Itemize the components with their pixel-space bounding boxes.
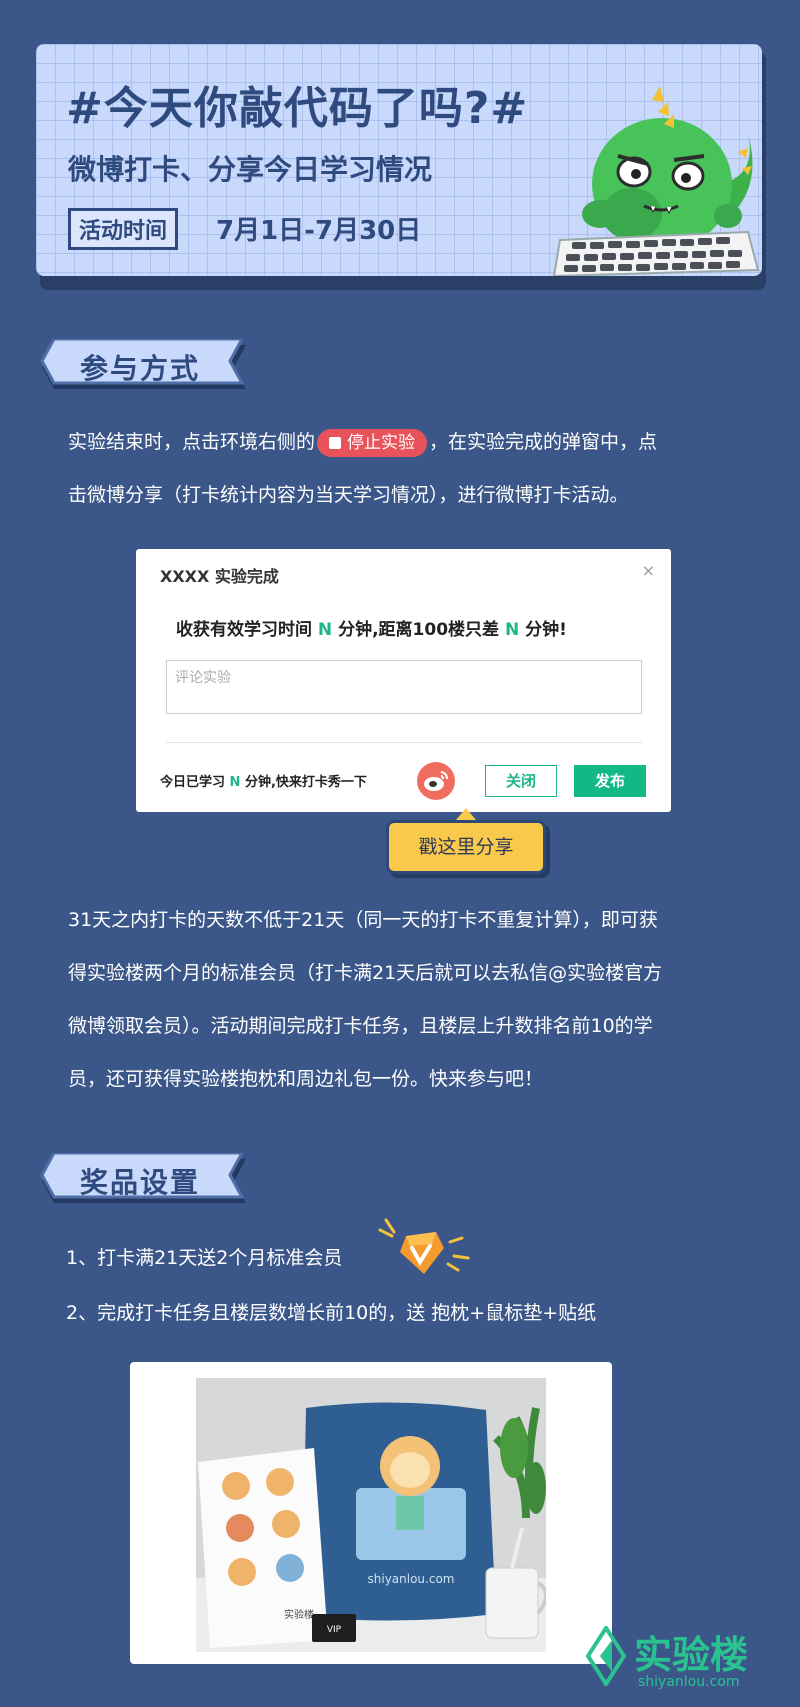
shiyanlou-logo-icon (585, 1626, 627, 1686)
stop-experiment-button[interactable]: 停止实验 (317, 428, 428, 457)
pillow-text: shiyanlou.com (368, 1572, 455, 1586)
vip-diamond-icon (378, 1218, 470, 1274)
close-button[interactable]: 关闭 (485, 765, 557, 797)
close-icon[interactable]: × (642, 561, 655, 580)
foot-text: 分钟,快来打卡秀一下 (240, 775, 367, 790)
msg-text: 分钟,距离100楼只差 (332, 620, 505, 640)
callout-arrow (456, 808, 476, 820)
dialog-title: XXXX 实验完成 (160, 567, 279, 586)
experiment-complete-dialog: XXXX 实验完成 × 收获有效学习时间 N 分钟,距离100楼只差 N 分钟!… (136, 549, 671, 812)
share-here-callout: 戳这里分享 (386, 820, 546, 874)
rules-line: 员，还可获得实验楼抱枕和周边礼包一份。快来参与吧！ (68, 1068, 544, 1090)
banner-subtitle: 微博打卡、分享今日学习情况 (68, 153, 433, 186)
join-line-1: 实验结束时，点击环境右侧的 停止实验 ，在实验完成的弹窗中，点 (68, 416, 738, 469)
activity-date: 7月1日-7月30日 (216, 216, 422, 246)
publish-button[interactable]: 发布 (574, 765, 646, 797)
comment-input[interactable]: 评论实验 (166, 660, 642, 714)
section-title: 参与方式 (80, 352, 201, 385)
weibo-icon (424, 771, 448, 791)
dialog-footer-text: 今日已学习 N 分钟,快来打卡秀一下 (160, 771, 367, 790)
msg-text: 收获有效学习时间 (176, 620, 318, 640)
rules-line: 得实验楼两个月的标准会员（打卡满21天后就可以去私信@实验楼官方 (68, 962, 663, 984)
sticker-brand: 实验楼 (284, 1608, 314, 1621)
watermark-url: shiyanlou.com (638, 1674, 740, 1690)
rules-line: 微博领取会员）。活动期间完成打卡任务，且楼层上升数排名前10的学 (68, 1015, 653, 1037)
dialog-message: 收获有效学习时间 N 分钟,距离100楼只差 N 分钟! (176, 615, 567, 640)
prize-photo-card: shiyanlou.com 实验楼 VIP (130, 1362, 612, 1664)
watermark-brand: 实验楼 (634, 1633, 749, 1677)
stop-button-label: 停止实验 (347, 432, 416, 453)
join-instructions: 实验结束时，点击环境右侧的 停止实验 ，在实验完成的弹窗中，点 击微博分享（打卡统计… (68, 416, 738, 522)
foot-placeholder-n: N (229, 775, 241, 790)
msg-placeholder-n: N (504, 620, 520, 640)
prize-item: 1、打卡满21天送2个月标准会员 (66, 1247, 343, 1269)
msg-text: 分钟! (519, 620, 567, 640)
join-text: ，在实验完成的弹窗中，点 (429, 431, 658, 453)
dialog-divider (166, 742, 642, 743)
weibo-share-button[interactable] (417, 762, 455, 800)
stop-square-icon (329, 436, 342, 449)
join-line-2: 击微博分享（打卡统计内容为当天学习情况），进行微博打卡活动。 (68, 484, 629, 506)
banner-title: #今天你敲代码了吗?# (66, 83, 529, 134)
join-text: 实验结束时，点击环境右侧的 (68, 431, 316, 453)
section-title: 奖品设置 (80, 1166, 201, 1199)
prize-photo: shiyanlou.com 实验楼 VIP (196, 1378, 546, 1652)
vip-card-text: VIP (327, 1625, 342, 1635)
section-heading-prize: 奖品设置 (40, 1153, 250, 1203)
activity-time-tag: 活动时间 (68, 208, 179, 250)
rules-paragraph: 31天之内打卡的天数不低于21天（同一天的打卡不重复计算），即可获 得实验楼两个… (68, 894, 738, 1106)
header-banner: #今天你敲代码了吗?# 微博打卡、分享今日学习情况 活动时间 7月1日-7月30… (36, 44, 762, 276)
foot-text: 今日已学习 (160, 775, 230, 790)
dinosaur-typing-illustration (552, 86, 760, 276)
prize-item: 2、完成打卡任务且楼层数增长前10的，送 抱枕+鼠标垫+贴纸 (66, 1302, 597, 1324)
msg-placeholder-n: N (317, 620, 333, 640)
rules-line: 31天之内打卡的天数不低于21天（同一天的打卡不重复计算），即可获 (68, 909, 658, 931)
shiyanlou-watermark: 实验楼 shiyanlou.com (582, 1622, 772, 1702)
section-heading-join: 参与方式 (40, 339, 250, 389)
